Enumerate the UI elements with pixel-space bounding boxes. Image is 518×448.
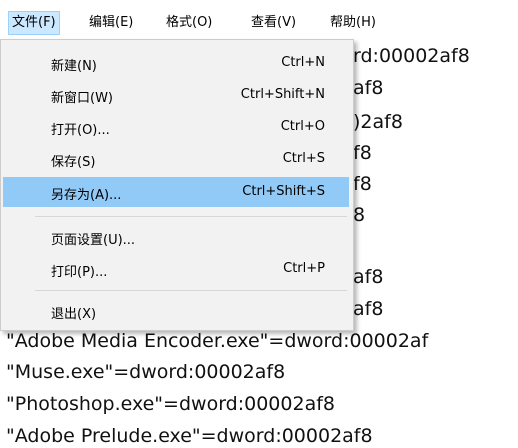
menu-item-label: 打印(P)...: [51, 265, 108, 280]
menu-item-label: 保存(S): [51, 155, 96, 170]
text-line: "Photoshop.exe"=dword:00002af8: [6, 393, 335, 415]
menu-item-label: 另存为(A)...: [51, 188, 122, 203]
menu-item-label: 退出(X): [51, 307, 97, 322]
menu-item-print[interactable]: 打印(P)... Ctrl+P: [3, 254, 349, 284]
menu-item-label: 页面设置(U)...: [51, 233, 136, 248]
menu-item-save[interactable]: 保存(S) Ctrl+S: [3, 144, 349, 174]
text-line: "Adobe Prelude.exe"=dword:00002af8: [6, 425, 373, 447]
menu-item-label: 新窗口(W): [51, 91, 113, 106]
text-line: "Adobe Media Encoder.exe"=dword:00002af: [6, 330, 429, 352]
menu-edit[interactable]: 编辑(E): [86, 12, 136, 34]
menu-view[interactable]: 查看(V): [248, 12, 299, 34]
menu-item-save-as[interactable]: 另存为(A)... Ctrl+Shift+S: [3, 177, 349, 207]
menu-file[interactable]: 文件(F): [8, 11, 60, 35]
text-line: f8: [353, 173, 372, 195]
menu-item-new[interactable]: 新建(N) Ctrl+N: [3, 48, 349, 78]
menu-item-label: 新建(N): [51, 59, 97, 74]
text-line: 8: [353, 204, 366, 226]
menu-item-shortcut: Ctrl+O: [280, 119, 325, 134]
menu-item-page-setup[interactable]: 页面设置(U)...: [3, 222, 349, 252]
menu-item-shortcut: Ctrl+Shift+S: [242, 184, 325, 199]
text-line: rd:00002af8: [353, 45, 470, 67]
text-line: af8: [353, 298, 384, 320]
text-line: )2af8: [353, 111, 403, 133]
text-line: f8: [353, 142, 372, 164]
menu-item-shortcut: Ctrl+N: [281, 55, 325, 70]
menu-item-exit[interactable]: 退出(X): [3, 296, 349, 326]
text-line: af8: [353, 266, 384, 288]
menu-separator: [35, 216, 347, 217]
text-line: "Muse.exe"=dword:00002af8: [6, 361, 286, 383]
menu-separator: [35, 290, 347, 291]
menu-item-open[interactable]: 打开(O)... Ctrl+O: [3, 112, 349, 142]
menu-item-label: 打开(O)...: [51, 123, 110, 138]
menu-item-shortcut: Ctrl+P: [283, 261, 325, 276]
menu-format[interactable]: 格式(O): [163, 12, 215, 34]
menu-bar: 文件(F) 编辑(E) 格式(O) 查看(V) 帮助(H): [0, 0, 518, 40]
text-line: af8: [353, 77, 384, 99]
menu-help[interactable]: 帮助(H): [327, 12, 379, 34]
file-menu-dropdown: 新建(N) Ctrl+N 新窗口(W) Ctrl+Shift+N 打开(O)..…: [0, 39, 354, 331]
menu-item-shortcut: Ctrl+S: [282, 151, 325, 166]
menu-item-shortcut: Ctrl+Shift+N: [240, 87, 325, 102]
menu-item-new-window[interactable]: 新窗口(W) Ctrl+Shift+N: [3, 80, 349, 110]
